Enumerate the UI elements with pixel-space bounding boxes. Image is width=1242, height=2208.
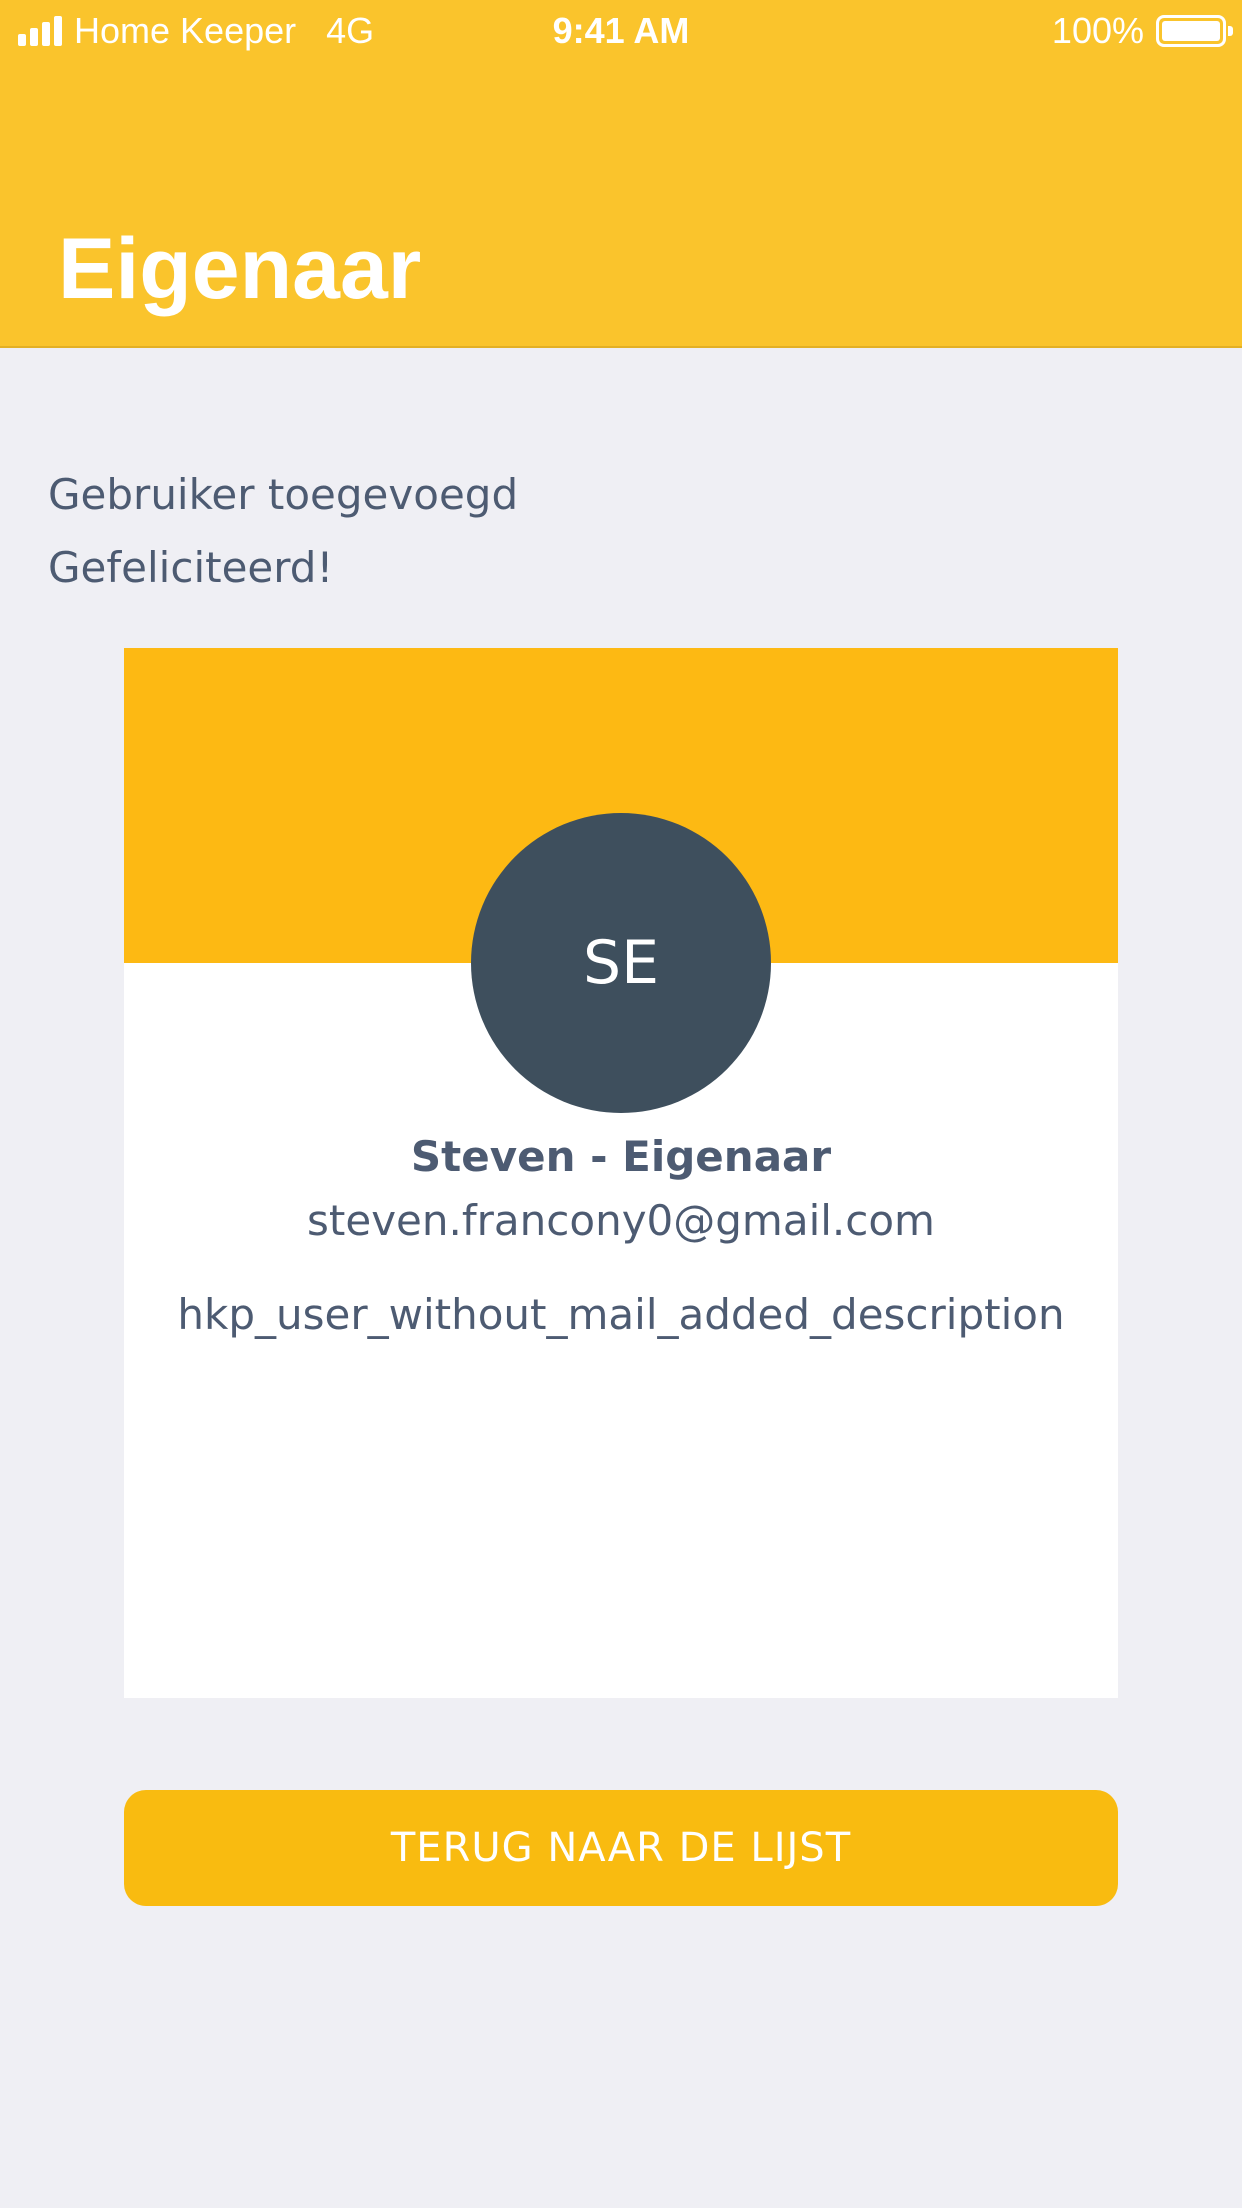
page-title: Eigenaar xyxy=(58,221,422,317)
battery-percent: 100% xyxy=(1051,10,1144,51)
status-right: 100% xyxy=(1051,10,1233,52)
nav-header: Home Keeper 4G 9:41 AM 100% Eigenaar xyxy=(0,0,1242,348)
congratulations-message: Gefeliciteerd! xyxy=(48,543,334,592)
success-message: Gebruiker toegevoegd xyxy=(48,470,519,519)
user-name: Steven - Eigenaar xyxy=(410,1132,832,1181)
avatar: SE xyxy=(471,813,771,1113)
user-description: hkp_user_without_mail_added_description xyxy=(177,1290,1065,1339)
battery-icon xyxy=(1156,15,1233,47)
user-card: SE Steven - Eigenaar steven.francony0@gm… xyxy=(124,648,1118,1698)
status-bar: Home Keeper 4G 9:41 AM 100% xyxy=(0,0,1242,62)
avatar-initials: SE xyxy=(583,928,659,998)
back-to-list-button[interactable]: TERUG NAAR DE LIJST xyxy=(124,1790,1118,1906)
back-to-list-label: TERUG NAAR DE LIJST xyxy=(390,1825,852,1871)
user-email: steven.francony0@gmail.com xyxy=(307,1196,935,1245)
